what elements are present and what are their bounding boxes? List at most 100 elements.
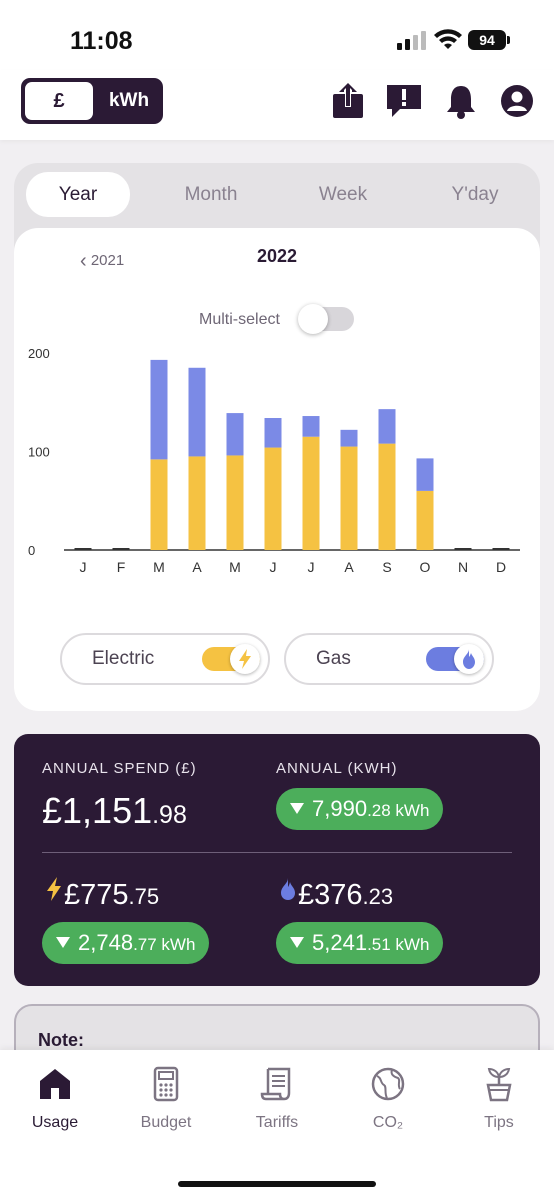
x-tick-label: J bbox=[80, 559, 87, 575]
note-label: Note: bbox=[38, 1030, 84, 1050]
annual-kwh-decimals: .28 kWh bbox=[367, 801, 430, 820]
current-year: 2022 bbox=[256, 246, 298, 266]
battery-tip bbox=[507, 36, 510, 44]
nav-tariffs-label: Tariffs bbox=[255, 1114, 299, 1131]
unit-option-pound[interactable]: £ bbox=[25, 82, 93, 120]
summary-divider bbox=[42, 852, 512, 853]
nav-usage[interactable]: Usage bbox=[5, 1066, 105, 1132]
feedback-icon[interactable] bbox=[386, 82, 422, 120]
bar-segment bbox=[226, 455, 244, 550]
tab-yesterday[interactable]: Y'day bbox=[423, 172, 527, 217]
bar-segment bbox=[302, 416, 320, 437]
flame-icon bbox=[463, 649, 475, 669]
x-tick-label: A bbox=[344, 559, 354, 575]
x-tick-label: S bbox=[382, 559, 391, 575]
gas-kwh-main: 5,241 bbox=[312, 930, 368, 955]
electric-filter[interactable]: Electric bbox=[60, 633, 270, 685]
globe-icon bbox=[371, 1067, 405, 1101]
period-tabs: Year Month Week Y'day bbox=[14, 163, 540, 229]
profile-icon[interactable] bbox=[499, 82, 535, 120]
bar-segment bbox=[340, 429, 358, 447]
x-tick-label: M bbox=[229, 559, 241, 575]
gas-label: Gas bbox=[316, 648, 351, 669]
chart-card: 0 100 200 J F M A M J J A S O N D ‹ 2021 2022 Multi-se… bbox=[14, 228, 540, 711]
electric-spend-value: £775.75 bbox=[44, 876, 159, 912]
bar-segment bbox=[264, 447, 282, 550]
usage-bar-chart: 0 100 200 J F M A M J J A S O N D bbox=[28, 346, 520, 575]
signal-icon bbox=[397, 31, 426, 50]
tab-month[interactable]: Month bbox=[159, 172, 263, 217]
x-tick-label: A bbox=[192, 559, 202, 575]
x-tick-label: J bbox=[270, 559, 277, 575]
annual-summary-card: ANNUAL SPEND (£) £1,151.98 ANNUAL (KWH) … bbox=[14, 734, 540, 986]
bar-segment bbox=[302, 436, 320, 550]
y-tick-label: 100 bbox=[28, 445, 50, 460]
multi-select-label: Multi-select bbox=[199, 311, 280, 328]
gas-spend-main: £376 bbox=[298, 879, 363, 911]
bell-icon[interactable] bbox=[443, 82, 479, 120]
prev-year-label: 2021 bbox=[90, 252, 125, 269]
x-tick-label: D bbox=[496, 559, 506, 575]
electric-spend-decimals: .75 bbox=[128, 884, 160, 909]
bar-segment bbox=[416, 458, 434, 491]
annual-spend-main: £1,151 bbox=[42, 790, 153, 831]
down-arrow-icon bbox=[290, 803, 304, 814]
gas-kwh-decimals: .51 kWh bbox=[367, 935, 430, 954]
prev-year-link[interactable]: ‹ 2021 bbox=[80, 250, 124, 273]
share-icon[interactable] bbox=[330, 82, 366, 120]
down-arrow-icon bbox=[56, 937, 70, 948]
bar-segment bbox=[188, 456, 206, 550]
x-tick-label: M bbox=[153, 559, 165, 575]
y-tick-label: 0 bbox=[28, 543, 35, 558]
nav-budget-label: Budget bbox=[140, 1114, 192, 1131]
electric-toggle[interactable] bbox=[202, 644, 260, 674]
home-indicator bbox=[178, 1181, 376, 1187]
gas-kwh-badge: 5,241.51 kWh bbox=[276, 922, 444, 964]
gas-toggle-knob bbox=[454, 644, 484, 674]
bar-segment bbox=[378, 443, 396, 550]
nav-tips[interactable]: Tips bbox=[449, 1066, 549, 1132]
wifi-icon bbox=[434, 29, 462, 49]
electric-kwh-decimals: .77 kWh bbox=[133, 935, 196, 954]
nav-co2-label: CO₂ bbox=[372, 1114, 404, 1131]
bar-segment bbox=[150, 359, 168, 460]
tab-year[interactable]: Year bbox=[26, 172, 130, 217]
gas-filter[interactable]: Gas bbox=[284, 633, 494, 685]
chevron-left-icon: ‹ bbox=[80, 250, 87, 272]
x-tick-label: N bbox=[458, 559, 468, 575]
lightning-icon bbox=[47, 877, 61, 901]
x-tick-label: J bbox=[308, 559, 315, 575]
y-tick-label: 200 bbox=[28, 346, 50, 361]
plant-icon bbox=[486, 1067, 512, 1102]
electric-label: Electric bbox=[92, 648, 155, 669]
nav-usage-label: Usage bbox=[31, 1114, 79, 1131]
gas-toggle[interactable] bbox=[426, 644, 484, 674]
bar-segment bbox=[264, 418, 282, 448]
status-bar: 11:08 94 bbox=[0, 0, 554, 70]
electric-spend-main: £775 bbox=[64, 879, 129, 911]
x-tick-label: O bbox=[420, 559, 431, 575]
bar-segment bbox=[416, 490, 434, 550]
usage-chart-panel: Year Month Week Y'day 0 100 200 J F M A M J J A S O N… bbox=[14, 163, 540, 711]
multi-select-knob bbox=[298, 304, 328, 334]
app-header: £ kWh bbox=[0, 70, 554, 140]
multi-select-toggle[interactable] bbox=[298, 304, 354, 334]
electric-kwh-badge: 2,748.77 kWh bbox=[42, 922, 210, 964]
annual-kwh-badge: 7,990.28 kWh bbox=[276, 788, 444, 830]
home-icon bbox=[40, 1069, 70, 1099]
calculator-icon bbox=[153, 1066, 179, 1102]
nav-tariffs[interactable]: Tariffs bbox=[227, 1066, 327, 1132]
electric-toggle-knob bbox=[230, 644, 260, 674]
nav-budget[interactable]: Budget bbox=[116, 1066, 216, 1132]
nav-co2[interactable]: CO₂ bbox=[338, 1066, 438, 1132]
receipt-icon bbox=[260, 1067, 291, 1101]
unit-option-kwh[interactable]: kWh bbox=[99, 82, 159, 120]
annual-spend-value: £1,151.98 bbox=[42, 790, 187, 832]
gas-spend-value: £376.23 bbox=[278, 876, 393, 912]
nav-tips-label: Tips bbox=[484, 1114, 514, 1131]
bar-segment bbox=[150, 459, 168, 550]
tab-week[interactable]: Week bbox=[291, 172, 395, 217]
unit-toggle[interactable]: £ kWh bbox=[21, 78, 163, 124]
electric-kwh-main: 2,748 bbox=[78, 930, 134, 955]
down-arrow-icon bbox=[290, 937, 304, 948]
